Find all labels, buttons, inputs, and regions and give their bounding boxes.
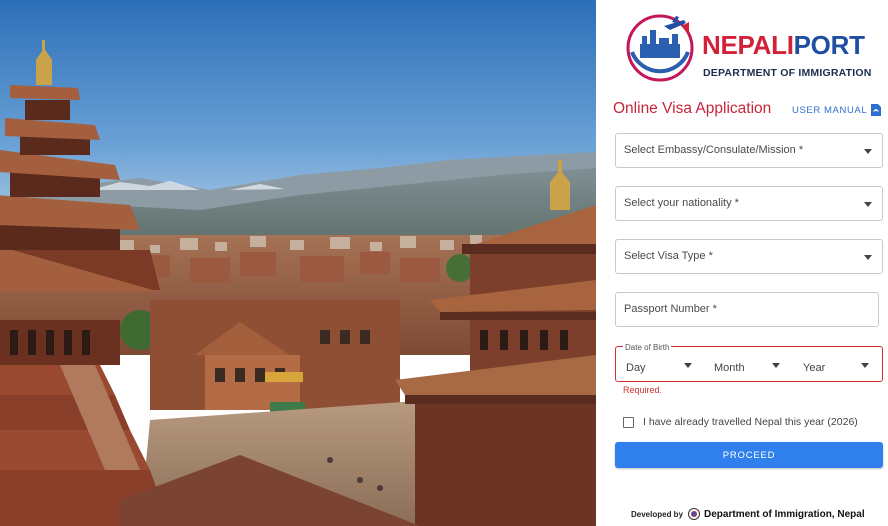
dob-year-label: Year bbox=[803, 362, 826, 374]
chevron-down-icon bbox=[684, 363, 692, 368]
travelled-checkbox[interactable] bbox=[623, 416, 634, 428]
chevron-down-icon bbox=[864, 202, 872, 207]
dob-month-select[interactable]: Month bbox=[714, 358, 780, 374]
form-header: Online Visa Application USER MANUAL bbox=[613, 100, 883, 120]
dob-day-select[interactable]: Day bbox=[626, 358, 692, 374]
embassy-select-label: Select Embassy/Consulate/Mission * bbox=[624, 144, 804, 156]
developed-by-label: Developed by bbox=[631, 509, 684, 519]
travelled-checkbox-label[interactable]: I have already travelled Nepal this year… bbox=[643, 416, 858, 428]
globe-plane-icon bbox=[626, 14, 694, 82]
user-manual-link[interactable]: USER MANUAL bbox=[792, 104, 882, 116]
footer-credit: Developed by Department of Immigration, … bbox=[631, 508, 865, 520]
passport-number-placeholder: Passport Number * bbox=[624, 303, 717, 315]
hero-photo bbox=[0, 0, 596, 526]
visa-type-select-label: Select Visa Type * bbox=[624, 250, 713, 262]
dob-year-select[interactable]: Year bbox=[803, 358, 869, 374]
chevron-down-icon bbox=[864, 255, 872, 260]
dob-legend: Date of Birth bbox=[623, 343, 672, 352]
page-title: Online Visa Application bbox=[613, 100, 772, 117]
kathmandu-valley-image bbox=[0, 0, 596, 526]
nationality-select[interactable]: Select your nationality * bbox=[615, 186, 883, 221]
emblem-icon bbox=[688, 508, 701, 520]
dob-error-text: Required. bbox=[623, 385, 663, 395]
passport-number-input[interactable]: Passport Number * bbox=[615, 292, 879, 327]
chevron-down-icon bbox=[861, 363, 869, 368]
chevron-down-icon bbox=[772, 363, 780, 368]
nationality-select-label: Select your nationality * bbox=[624, 197, 739, 209]
brand-title: NEPALIPORT bbox=[702, 30, 865, 61]
proceed-button[interactable]: PROCEED bbox=[615, 442, 883, 468]
pdf-icon bbox=[871, 104, 882, 116]
brand-title-port: PORT bbox=[793, 30, 865, 60]
visa-type-select[interactable]: Select Visa Type * bbox=[615, 239, 883, 274]
dob-month-label: Month bbox=[714, 362, 745, 374]
department-label: Department of Immigration, Nepal bbox=[704, 508, 865, 520]
visa-form-panel: NEPALIPORT DEPARTMENT OF IMMIGRATION Onl… bbox=[596, 0, 888, 526]
brand-subtitle: DEPARTMENT OF IMMIGRATION bbox=[703, 67, 872, 79]
user-manual-label: USER MANUAL bbox=[792, 104, 868, 116]
brand-title-nepali: NEPALI bbox=[702, 30, 794, 60]
dob-day-label: Day bbox=[626, 362, 646, 374]
travelled-checkbox-row: I have already travelled Nepal this year… bbox=[623, 414, 858, 430]
embassy-select[interactable]: Select Embassy/Consulate/Mission * bbox=[615, 133, 883, 168]
nepaliport-logo: NEPALIPORT DEPARTMENT OF IMMIGRATION bbox=[626, 12, 876, 84]
date-of-birth-field: Date of Birth Day Month Year bbox=[615, 343, 883, 382]
chevron-down-icon bbox=[864, 149, 872, 154]
